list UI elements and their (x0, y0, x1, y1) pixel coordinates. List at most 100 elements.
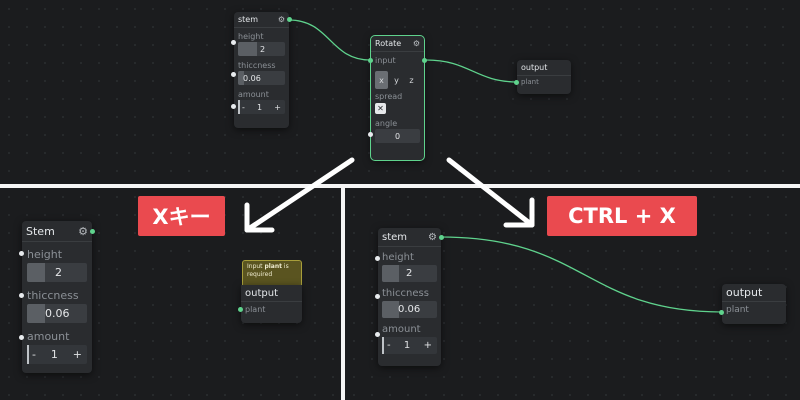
input-port[interactable] (19, 251, 24, 256)
input-port[interactable] (375, 256, 380, 261)
gear-icon[interactable]: ⚙ (413, 39, 420, 48)
output-port[interactable] (439, 235, 444, 240)
thickness-field[interactable]: 0.06 (238, 71, 285, 85)
node-title: Rotate (375, 39, 402, 48)
node-title: output (245, 287, 278, 299)
height-label: height (27, 248, 63, 261)
axis-x-button[interactable]: x (375, 71, 388, 89)
height-field[interactable]: 2 (238, 42, 285, 56)
input-port[interactable] (231, 40, 236, 45)
thickness-value: 0.06 (243, 73, 261, 83)
thickness-label: thiccness (382, 288, 429, 299)
x-key-badge: Xキー (138, 196, 225, 236)
input-port[interactable] (231, 104, 236, 109)
output-port[interactable] (422, 58, 427, 63)
node-title: stem (382, 231, 408, 243)
height-value: 2 (260, 44, 266, 54)
output-node[interactable]: output plant (514, 60, 571, 94)
stem-node[interactable]: stem ⚙ height 2 thiccness 0.06 amount - … (231, 12, 292, 128)
stepper-edge (27, 345, 29, 364)
plant-port-label: plant (726, 305, 749, 315)
output-node[interactable]: output plant (719, 284, 786, 324)
stepper-edge (382, 337, 384, 354)
thickness-fill (27, 304, 45, 323)
height-label: height (238, 32, 264, 41)
thickness-fill (382, 301, 399, 318)
thickness-field[interactable]: 0.06 (27, 304, 87, 323)
wire-stem-to-rotate (288, 19, 371, 61)
gear-icon[interactable]: ⚙ (278, 15, 285, 24)
height-field[interactable]: 2 (27, 263, 87, 282)
gear-icon[interactable]: ⚙ (428, 232, 437, 243)
input-port[interactable] (19, 293, 24, 298)
height-fill (27, 263, 45, 282)
tooltip-emph: plant (264, 263, 282, 270)
height-fill (238, 42, 257, 56)
vertical-divider (341, 188, 345, 400)
ctrl-x-badge: CTRL + X (547, 196, 697, 236)
node-title: output (726, 286, 763, 299)
required-input-tooltip: Input plant is required (242, 260, 302, 286)
input-port[interactable] (368, 132, 373, 137)
input-port[interactable] (19, 335, 24, 340)
height-value: 2 (55, 266, 62, 279)
amount-stepper[interactable]: - 1 + (27, 345, 87, 364)
amount-value: 1 (257, 102, 263, 112)
tooltip-prefix: Input (247, 263, 265, 270)
gear-icon[interactable]: ⚙ (78, 225, 88, 238)
increment-button[interactable]: + (424, 340, 432, 351)
axis-selector: x y z (375, 71, 420, 89)
output-port[interactable] (90, 229, 95, 234)
plant-port-label: plant (245, 305, 266, 314)
input-label: input (375, 56, 396, 65)
amount-stepper[interactable]: - 1 + (238, 100, 285, 114)
input-port[interactable] (368, 58, 373, 63)
amount-label: amount (382, 324, 421, 335)
plant-input-port[interactable] (514, 80, 519, 85)
amount-stepper[interactable]: - 1 + (382, 337, 437, 354)
height-fill (382, 265, 399, 282)
plant-input-port[interactable] (719, 310, 724, 315)
increment-button[interactable]: + (73, 348, 82, 361)
node-editor-canvas-before[interactable]: stem ⚙ height 2 thiccness 0.06 amount - … (0, 0, 800, 184)
height-label: height (382, 252, 414, 263)
node-title: output (521, 63, 548, 72)
amount-value: 1 (50, 348, 58, 361)
height-field[interactable]: 2 (382, 265, 437, 282)
stepper-edge (238, 100, 240, 114)
spread-checkbox[interactable]: ✕ (375, 103, 386, 114)
amount-label: amount (238, 90, 269, 99)
angle-field[interactable]: 0 (375, 129, 420, 143)
output-port[interactable] (287, 17, 292, 22)
increment-button[interactable]: + (274, 103, 281, 112)
input-port[interactable] (375, 332, 380, 337)
node-title: stem (238, 15, 259, 24)
stem-node[interactable]: Stem ⚙ height 2 thiccness 0.06 amount - … (19, 221, 95, 373)
rotate-node[interactable]: Rotate ⚙ input x y z spread ✕ angle 0 (368, 35, 427, 161)
thickness-label: thiccness (27, 289, 79, 302)
spread-label: spread (375, 92, 403, 101)
thickness-field[interactable]: 0.06 (382, 301, 437, 318)
wire-stem-to-output (440, 236, 723, 313)
angle-value: 0 (394, 131, 401, 141)
amount-value: 1 (403, 340, 411, 351)
thickness-value: 0.06 (398, 304, 421, 315)
input-port[interactable] (231, 72, 236, 77)
node-title: Stem (26, 224, 55, 238)
decrement-button[interactable]: - (387, 340, 391, 351)
stem-node[interactable]: stem ⚙ height 2 thiccness 0.06 amount - … (375, 228, 444, 366)
plant-port-label: plant (521, 78, 539, 86)
axis-z-button[interactable]: z (405, 71, 418, 89)
thickness-label: thiccness (238, 61, 276, 70)
plant-input-port[interactable] (238, 307, 243, 312)
decrement-button[interactable]: - (32, 348, 36, 361)
horizontal-divider (0, 184, 800, 188)
input-port[interactable] (375, 294, 380, 299)
output-node[interactable]: output plant (238, 285, 302, 323)
amount-label: amount (27, 330, 70, 343)
axis-y-button[interactable]: y (390, 71, 403, 89)
height-value: 2 (406, 268, 413, 279)
angle-label: angle (375, 119, 398, 128)
decrement-button[interactable]: - (242, 103, 245, 112)
thickness-value: 0.06 (45, 307, 70, 320)
